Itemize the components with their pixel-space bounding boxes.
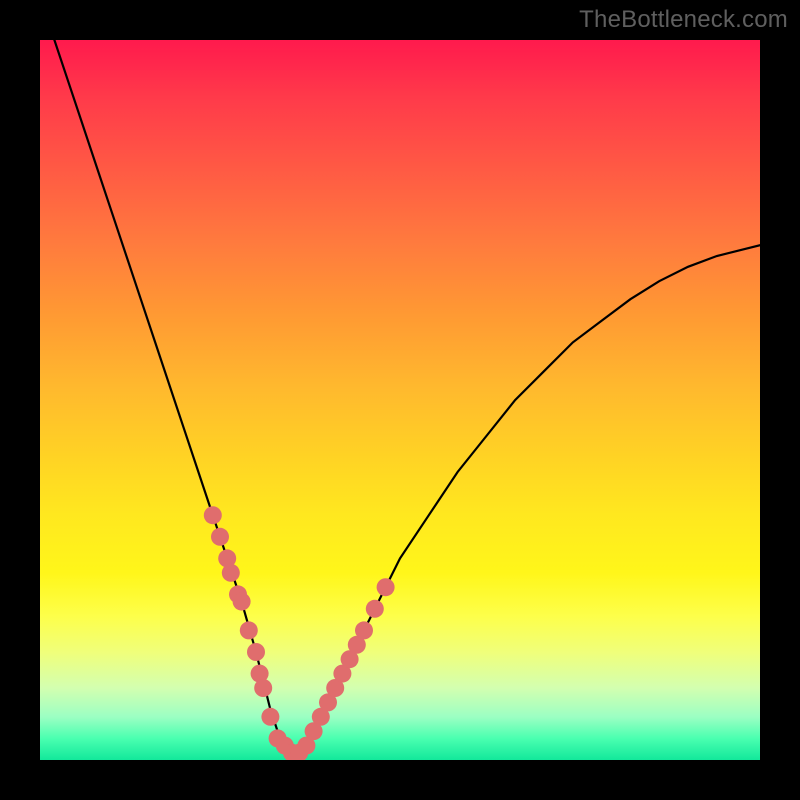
- data-point: [355, 621, 373, 639]
- plot-area: [40, 40, 760, 760]
- data-point: [247, 643, 265, 661]
- curve-layer: [40, 40, 760, 760]
- data-point: [254, 679, 272, 697]
- bottleneck-curve: [54, 40, 760, 753]
- data-point: [377, 578, 395, 596]
- data-point: [366, 600, 384, 618]
- chart-frame: TheBottleneck.com: [0, 0, 800, 800]
- data-point: [211, 528, 229, 546]
- highlighted-points: [204, 506, 395, 760]
- data-point: [233, 593, 251, 611]
- data-point: [204, 506, 222, 524]
- data-point: [240, 621, 258, 639]
- watermark-text: TheBottleneck.com: [579, 6, 788, 34]
- data-point: [222, 564, 240, 582]
- data-point: [261, 708, 279, 726]
